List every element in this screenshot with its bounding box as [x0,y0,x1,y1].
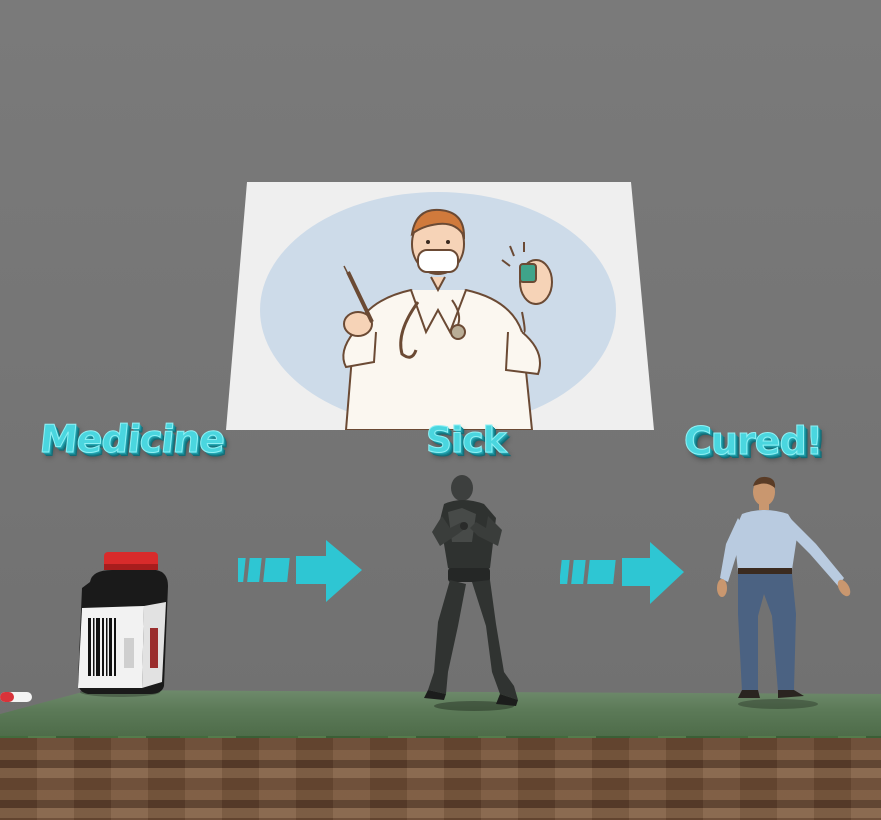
cured-label: Cured! [684,419,824,463]
game-scene: Medicine Sick Cured! [0,0,881,820]
dirt-blocks [0,738,881,820]
medicine-bottle-icon [78,552,168,697]
doctor-illustration-icon [260,192,616,430]
dashed-arrow-right-icon [238,540,362,602]
pill-capsule-icon [0,692,32,702]
dashed-arrow-right-icon-2 [560,542,684,604]
cured-man-character-icon [717,476,851,709]
zombie-character-icon [424,475,518,711]
sick-label: Sick [426,420,508,461]
medicine-label: Medicine [37,417,227,462]
doctor-poster [226,182,654,430]
